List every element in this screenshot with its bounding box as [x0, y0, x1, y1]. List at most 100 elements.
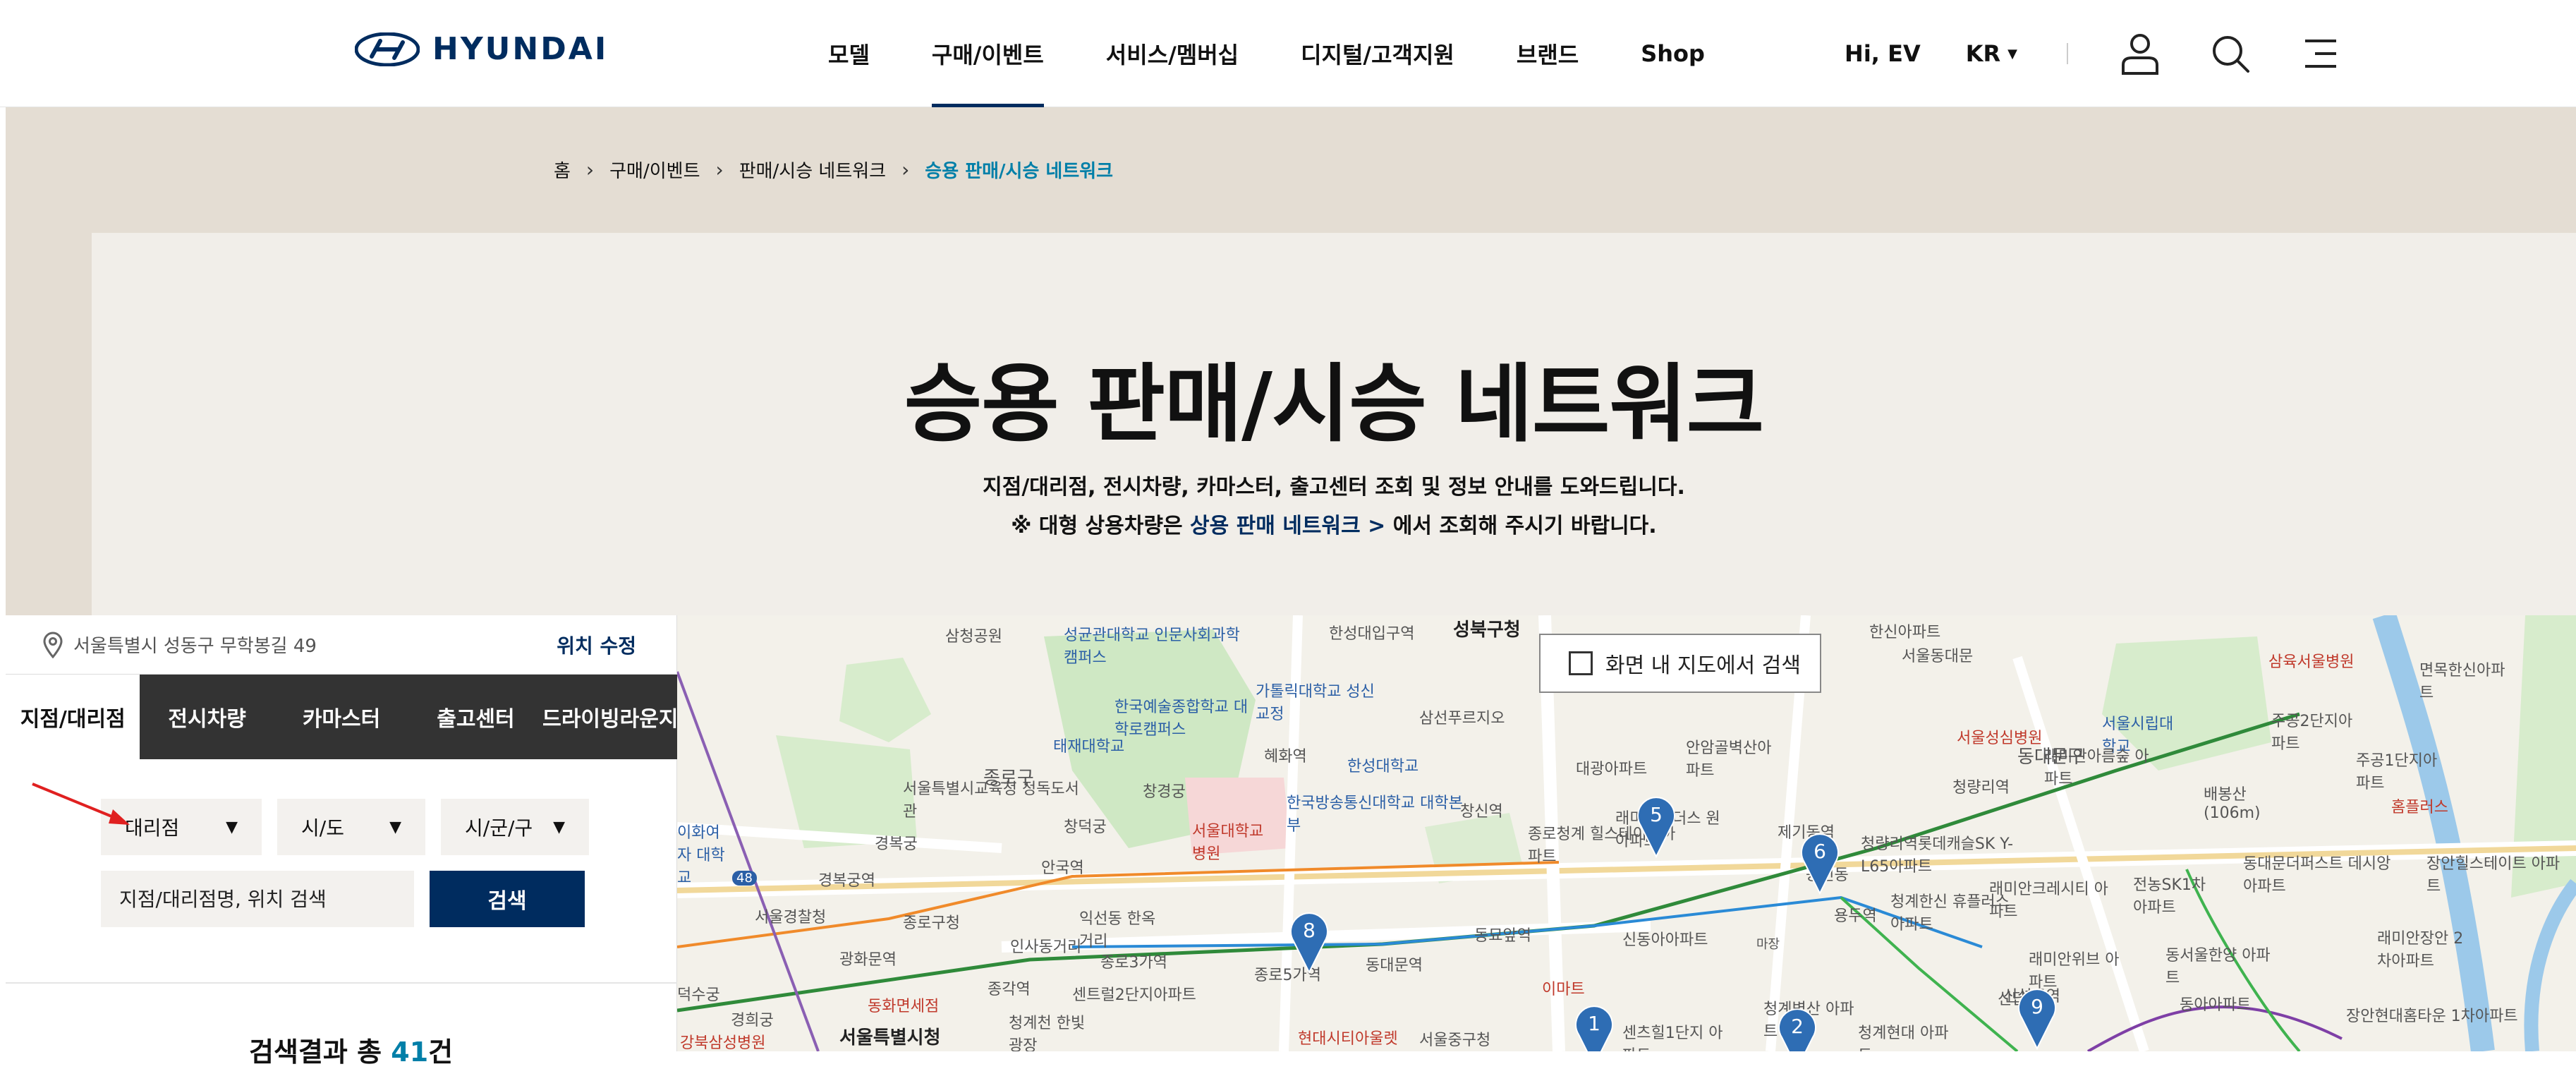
map-label: 종로3가역	[1100, 954, 1167, 972]
map-label: 삼육서울병원	[2268, 653, 2355, 671]
search-in-map-checkbox[interactable]	[1569, 651, 1593, 675]
map-label: 센츠힐1단지 아파트	[1622, 1025, 1723, 1051]
map-label: 마장	[1756, 937, 1780, 952]
map-label: 서울특별시청	[839, 1027, 941, 1049]
map-label: 서울대학교병원	[1192, 823, 1264, 863]
map-label: 면목한신아파트	[2419, 662, 2505, 702]
tab-display-vehicle[interactable]: 전시차량	[140, 675, 274, 759]
map-label: 홈플러스	[2391, 799, 2448, 816]
map-label: 한국예술종합학교 대학로캠퍼스	[1114, 699, 1248, 739]
map-marker[interactable]: 8	[1288, 910, 1330, 974]
district-select-value: 시/군/구	[465, 816, 533, 840]
map-marker[interactable]: 6	[1799, 831, 1841, 895]
map-label: 종각역	[988, 981, 1031, 998]
commercial-network-link[interactable]: 상용 판매 네트워크 >	[1190, 514, 1385, 538]
my-page-button[interactable]	[2118, 31, 2163, 76]
search-in-map-label: 화면 내 지도에서 검색	[1605, 653, 1802, 678]
tab-driving-lounge[interactable]: 드라이빙라운지	[542, 675, 678, 759]
search-submit-button[interactable]: 검색	[430, 871, 585, 927]
search-button[interactable]	[2208, 31, 2253, 76]
breadcrumb-network[interactable]: 판매/시승 네트워크	[739, 157, 886, 183]
district-select[interactable]: 시/군/구 ▼	[441, 799, 589, 855]
map-label: 익선동 한옥거리	[1079, 910, 1156, 950]
map-label: 동대문역	[1366, 957, 1423, 974]
util-divider	[2067, 43, 2068, 64]
map-label: 주공2단지아파트	[2271, 713, 2353, 753]
tab-car-master[interactable]: 카마스터	[274, 675, 409, 759]
map-label: 종로구청	[903, 914, 960, 932]
map-label: 센트럴2단지아파트	[1072, 986, 1196, 1004]
map-label: 서울특별시교육청 정독도서관	[903, 780, 1079, 821]
map-label: 인사동거리	[1010, 938, 1082, 956]
tab-branch-agency[interactable]: 지점/대리점	[6, 675, 140, 759]
marker-number: 1	[1588, 1012, 1600, 1035]
map-label: 용두역	[1834, 907, 1877, 925]
branch-search-input[interactable]	[101, 871, 414, 927]
annotation-arrow-icon	[32, 783, 130, 825]
result-number: 41	[391, 1037, 429, 1068]
result-prefix: 검색결과 총	[249, 1037, 382, 1068]
map-label: 주공1단지아파트	[2356, 752, 2438, 792]
search-panel: 서울특별시 성동구 무학봉길 49 위치 수정 지점/대리점 전시차량 카마스터…	[6, 615, 678, 1068]
caret-down-icon: ▼	[389, 818, 401, 836]
hero-notice: ※ 대형 상용차량은 상용 판매 네트워크 > 에서 조회해 주시기 바랍니다.	[92, 508, 2576, 539]
map-label: 청계천 한빛광장	[1009, 1015, 1086, 1051]
map-marker[interactable]: 1	[1573, 1003, 1615, 1051]
hero-description: 지점/대리점, 전시차량, 카마스터, 출고센터 조회 및 정보 안내를 도와드…	[983, 475, 1685, 500]
map-label: 청계현대 아파트	[1858, 1025, 1949, 1051]
hyundai-logo[interactable]: HYUNDAI	[355, 31, 608, 67]
map-label: 삼청공원	[945, 628, 1002, 646]
map-view[interactable]: 삼청공원 성균관대학교 인문사회과학캠퍼스 한성대입구역 성북구청 가톨릭대학교…	[677, 615, 2576, 1051]
nav-brand[interactable]: 브랜드	[1486, 0, 1610, 107]
map-marker[interactable]: 9	[2016, 986, 2058, 1050]
nav-shop[interactable]: Shop	[1610, 0, 1736, 107]
nav-model[interactable]: 모델	[797, 0, 901, 107]
result-suffix: 건	[428, 1037, 454, 1068]
category-tabs: 지점/대리점 전시차량 카마스터 출고센터 드라이빙라운지	[6, 675, 678, 759]
marker-number: 6	[1813, 840, 1826, 863]
greeting[interactable]: Hi, EV	[1845, 40, 1921, 67]
notice-prefix: ※ 대형 상용차량은	[1011, 514, 1183, 538]
search-row: 검색	[101, 871, 585, 927]
language-select[interactable]: KR ▼	[1966, 40, 2017, 67]
map-label: 청량리역롯데캐슬SK Y-L65아파트	[1861, 835, 2014, 876]
nav-digital-support[interactable]: 디지털/고객지원	[1270, 0, 1486, 107]
province-select[interactable]: 시/도 ▼	[277, 799, 425, 855]
hero-section: 승용 판매/시승 네트워크 지점/대리점, 전시차량, 카마스터, 출고센터 조…	[92, 233, 2576, 615]
map-marker[interactable]: 5	[1635, 795, 1677, 858]
breadcrumb: 홈 › 구매/이벤트 › 판매/시승 네트워크 › 승용 판매/시승 네트워크	[554, 157, 1113, 183]
caret-down-icon: ▼	[226, 818, 238, 836]
map-label: 서울중구청	[1419, 1032, 1491, 1049]
tab-delivery-center[interactable]: 출고센터	[408, 675, 543, 759]
utility-nav: Hi, EV KR ▼	[1845, 0, 2576, 107]
menu-button[interactable]	[2298, 31, 2343, 76]
map-label: 강북삼성병원	[680, 1034, 766, 1051]
map-label: 청량리역	[1952, 779, 2010, 797]
map-label: 신동아아파트	[1622, 931, 1708, 949]
map-label: 전농SK1차 아파트	[2133, 876, 2206, 917]
map-label: 광화문역	[839, 951, 897, 969]
map-label: 삼선푸르지오	[1419, 710, 1505, 727]
search-in-map-toggle[interactable]: 화면 내 지도에서 검색	[1539, 634, 1821, 693]
map-label: 태재대학교	[1053, 738, 1125, 756]
map-label: 서울동대문	[1902, 648, 1974, 665]
logo-text: HYUNDAI	[432, 31, 609, 67]
page-title: 승용 판매/시승 네트워크	[904, 356, 1764, 454]
nav-service-membership[interactable]: 서비스/멤버십	[1075, 0, 1270, 107]
nav-purchase-event[interactable]: 구매/이벤트	[901, 0, 1075, 107]
panel-divider	[6, 982, 677, 984]
breadcrumb-purchase-event[interactable]: 구매/이벤트	[609, 157, 700, 183]
breadcrumb-home[interactable]: 홈	[554, 157, 571, 183]
map-marker[interactable]: 2	[1776, 1006, 1818, 1051]
global-nav: 모델 구매/이벤트 서비스/멤버십 디지털/고객지원 브랜드 Shop	[797, 0, 1736, 107]
map-label: 서울경찰청	[755, 909, 827, 926]
caret-down-icon: ▼	[2007, 46, 2017, 61]
notice-suffix: 에서 조회해 주시기 바랍니다.	[1392, 514, 1657, 538]
language-label: KR	[1965, 40, 2001, 67]
edit-location-button[interactable]: 위치 수정	[557, 631, 636, 659]
province-select-value: 시/도	[301, 816, 344, 840]
map-label: 동묘앞역	[1474, 927, 1531, 945]
location-pin-icon	[43, 632, 63, 658]
current-address: 서울특별시 성동구 무학봉길 49	[73, 636, 317, 657]
map-label: 한성대학교	[1347, 758, 1419, 775]
